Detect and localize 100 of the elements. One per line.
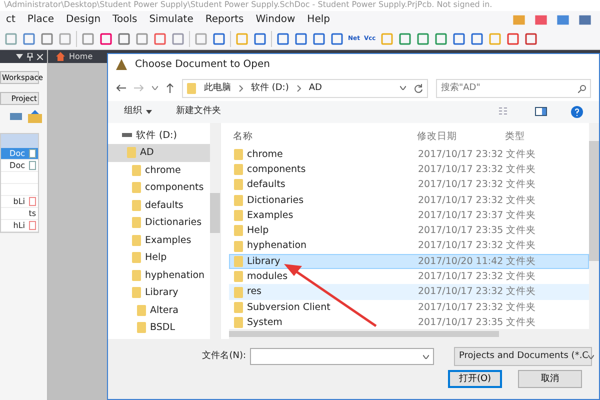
menu-item[interactable]: Design bbox=[60, 14, 107, 26]
toolbar-icon[interactable] bbox=[81, 32, 95, 46]
tree-item[interactable]: Dictionaries bbox=[108, 214, 210, 232]
tree-item[interactable]: defaults bbox=[108, 196, 210, 214]
toolbar-button[interactable]: 组织 bbox=[124, 106, 152, 118]
breadcrumb-item[interactable]: AD bbox=[308, 82, 322, 94]
tree-item[interactable]: hyphenation bbox=[108, 266, 210, 284]
toolbar-icon[interactable] bbox=[512, 12, 526, 26]
file-name-field[interactable] bbox=[250, 348, 434, 366]
file-row[interactable]: Examples 2017/10/17 23:37 文件夹 bbox=[229, 208, 589, 224]
file-row[interactable]: Doc bbox=[1, 160, 38, 172]
file-row[interactable]: modules 2017/10/17 23:32 文件夹 bbox=[229, 269, 589, 284]
toolbar-icon[interactable] bbox=[194, 32, 208, 46]
toolbar-icon[interactable] bbox=[171, 32, 185, 46]
tree-item-label: Library bbox=[145, 287, 178, 299]
file-row[interactable]: Help 2017/10/17 23:35 文件夹 bbox=[229, 223, 589, 238]
caret-icon[interactable] bbox=[400, 86, 406, 90]
menu-item[interactable]: Reports bbox=[199, 14, 250, 26]
toolbar-icon[interactable] bbox=[470, 32, 484, 46]
breadcrumb-item[interactable]: 此电脑 bbox=[204, 82, 231, 94]
folder-icon bbox=[132, 270, 141, 281]
tree-item[interactable]: Library bbox=[108, 284, 210, 302]
folder-upload-icon[interactable] bbox=[27, 109, 43, 125]
menu-item[interactable]: Place bbox=[21, 14, 60, 26]
menu-item[interactable]: Tools bbox=[106, 14, 144, 26]
toolbar-icon[interactable] bbox=[416, 32, 430, 46]
column-header[interactable]: 修改日期 bbox=[417, 131, 505, 143]
file-row[interactable]: System 2017/10/17 23:35 文件夹 bbox=[229, 314, 589, 330]
column-header[interactable]: 名称 bbox=[229, 131, 417, 143]
address-bar[interactable]: 此电脑 软件 (D:) AD bbox=[182, 78, 428, 98]
scrollbar[interactable] bbox=[229, 329, 599, 340]
caret-icon[interactable] bbox=[423, 354, 429, 359]
tree-item[interactable]: Examples bbox=[108, 232, 210, 250]
tree-item[interactable]: chrome bbox=[108, 162, 210, 180]
toolbar-icon[interactable] bbox=[4, 32, 18, 46]
toolbar-icon[interactable] bbox=[534, 12, 548, 26]
file-row[interactable]: chrome 2017/10/17 23:32 文件夹 bbox=[229, 146, 589, 162]
column-header[interactable]: 类型 bbox=[505, 131, 525, 143]
tree-item[interactable]: AD bbox=[108, 144, 210, 162]
menu-item[interactable]: Window bbox=[250, 14, 302, 26]
back-arrow-icon[interactable] bbox=[116, 84, 126, 92]
pin-icon[interactable] bbox=[27, 52, 33, 60]
dialog-button[interactable]: 打开(O) bbox=[448, 370, 502, 388]
folder-icon bbox=[234, 271, 243, 282]
tree-item[interactable]: BSDL bbox=[108, 319, 210, 337]
toolbar-icon[interactable] bbox=[556, 12, 570, 26]
toolbar-icon[interactable] bbox=[524, 32, 538, 46]
file-row[interactable]: Library 2017/10/20 11:42 文件夹 bbox=[229, 254, 589, 270]
toolbar-icon[interactable] bbox=[99, 32, 113, 46]
file-row[interactable]: Subversion Client 2017/10/17 23:32 文件夹 bbox=[229, 300, 589, 315]
breadcrumb-item[interactable]: 软件 (D:) bbox=[251, 82, 289, 94]
file-row[interactable]: res 2017/10/17 23:32 文件夹 bbox=[229, 284, 589, 300]
toolbar-button[interactable]: 新建文件夹 bbox=[176, 106, 221, 118]
menu-item[interactable]: ct bbox=[0, 14, 22, 26]
file-row[interactable]: components 2017/10/17 23:32 文件夹 bbox=[229, 162, 589, 178]
preview-pane-icon[interactable] bbox=[535, 107, 547, 116]
tree-item[interactable]: components bbox=[108, 179, 210, 197]
toolbar-icon[interactable] bbox=[434, 32, 448, 46]
toolbar-icon[interactable] bbox=[452, 32, 466, 46]
file-row[interactable]: defaults 2017/10/17 23:32 文件夹 bbox=[229, 177, 589, 193]
help-icon[interactable] bbox=[571, 106, 583, 118]
toolbar-icon[interactable] bbox=[212, 32, 226, 46]
tree-item[interactable]: Help bbox=[108, 249, 210, 267]
toolbar-icon[interactable] bbox=[22, 32, 36, 46]
toolbar-icon[interactable] bbox=[506, 32, 520, 46]
document-tab[interactable]: Home bbox=[69, 52, 93, 61]
file-row[interactable]: hyphenation 2017/10/17 23:32 文件夹 bbox=[229, 238, 589, 254]
file-row[interactable]: Dictionaries 2017/10/17 23:32 文件夹 bbox=[229, 192, 589, 208]
file-row[interactable]: ts bbox=[1, 208, 38, 220]
scrollbar[interactable] bbox=[589, 122, 599, 330]
menu-item[interactable]: Help bbox=[301, 14, 336, 26]
tree-item[interactable]: Altera bbox=[108, 302, 210, 320]
toolbar-icon[interactable] bbox=[330, 32, 344, 46]
folder-icon bbox=[234, 286, 243, 298]
file-type-dropdown[interactable]: Projects and Documents (*.C bbox=[454, 347, 592, 366]
toolbar-icon[interactable] bbox=[117, 32, 131, 46]
dropdown-icon[interactable] bbox=[16, 54, 23, 59]
scrollbar[interactable] bbox=[210, 122, 220, 340]
toolbar-icon[interactable] bbox=[253, 32, 267, 46]
dialog-button[interactable]: 取消 bbox=[518, 370, 582, 388]
file-row[interactable]: hLi bbox=[1, 220, 38, 232]
toolbar-icon[interactable] bbox=[153, 32, 167, 46]
toolbar-icon[interactable] bbox=[312, 32, 326, 46]
modified-date: 2017/10/17 23:32 bbox=[418, 271, 504, 282]
toolbar-icon[interactable] bbox=[58, 32, 72, 46]
toolbar-icon[interactable] bbox=[40, 32, 54, 46]
tree-item[interactable]: 软件 (D:) bbox=[108, 126, 210, 144]
close-icon[interactable] bbox=[37, 54, 43, 60]
toolbar-icon[interactable] bbox=[276, 32, 290, 46]
menu-item[interactable]: Simulate bbox=[143, 14, 200, 26]
file-row[interactable]: bLi bbox=[1, 196, 38, 208]
search-field[interactable]: 搜索"AD" bbox=[436, 78, 591, 98]
toolbar-icon[interactable] bbox=[398, 32, 412, 46]
forward-arrow-icon[interactable] bbox=[134, 84, 144, 92]
toolbar-icon[interactable] bbox=[294, 32, 308, 46]
refresh-icon[interactable] bbox=[414, 84, 423, 93]
toolbar-icon[interactable] bbox=[135, 32, 149, 46]
up-arrow-icon[interactable] bbox=[166, 83, 174, 94]
toolbar-icon[interactable] bbox=[578, 12, 592, 26]
caret-icon[interactable] bbox=[152, 86, 158, 90]
